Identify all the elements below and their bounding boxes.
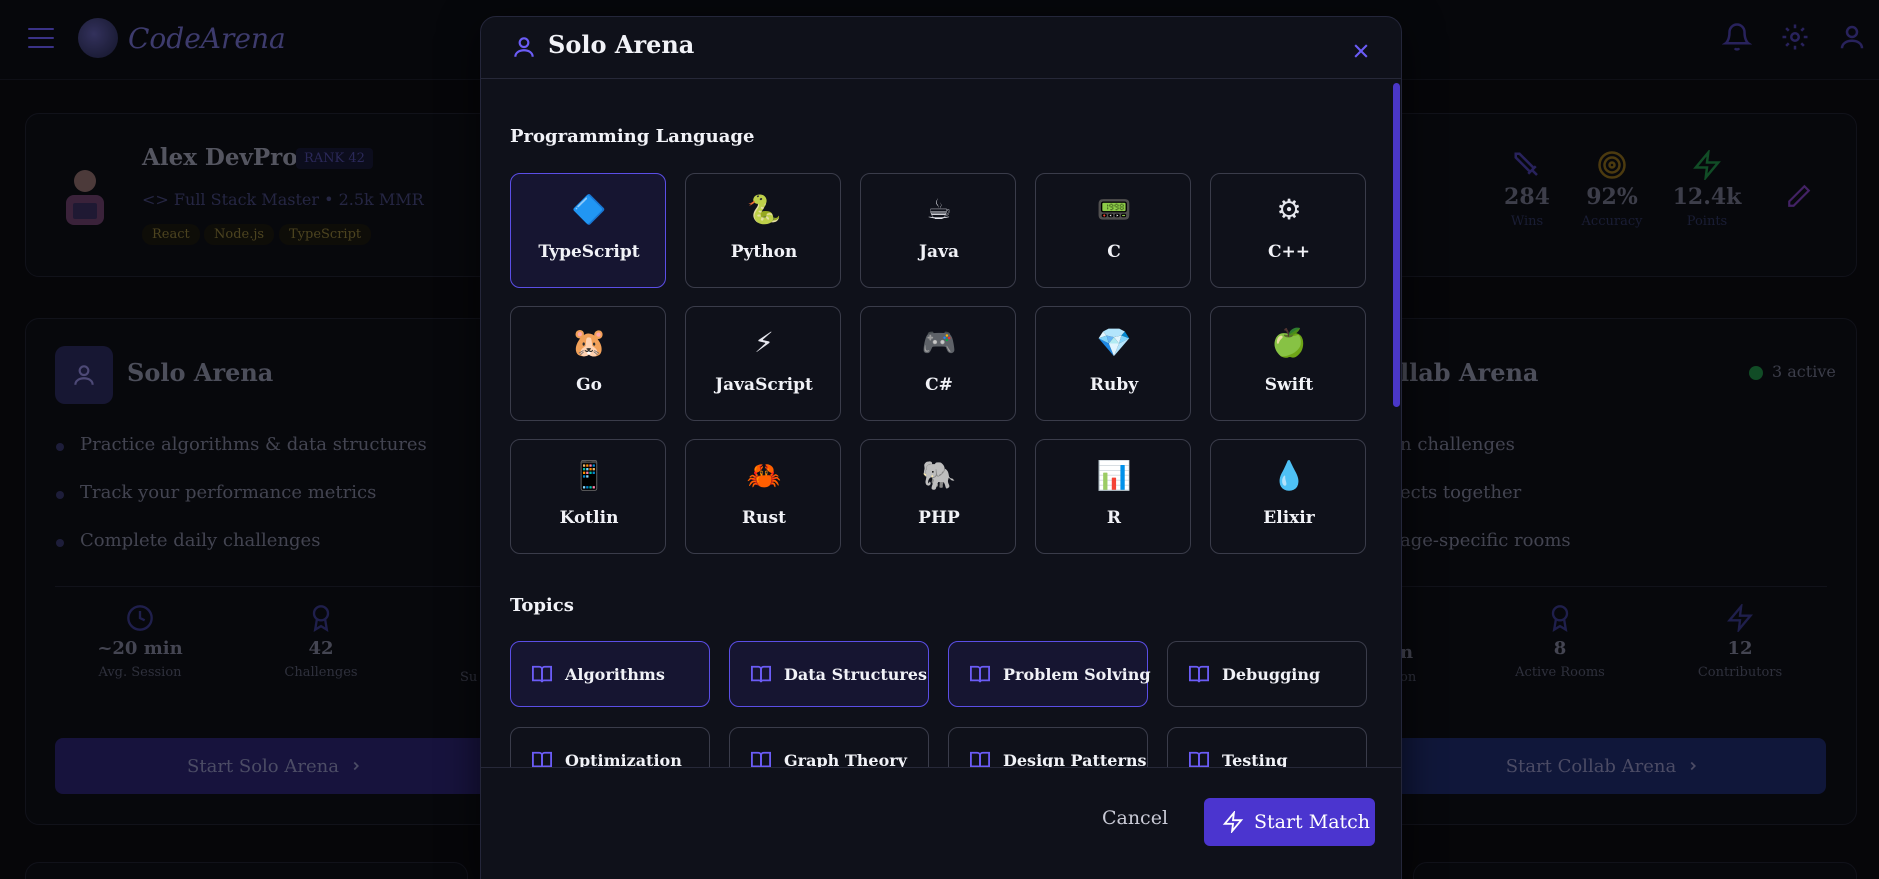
topic-option-testing[interactable]: Testing [1167, 727, 1367, 767]
bolt-icon [1222, 811, 1244, 833]
language-icon: 🐍 [746, 193, 782, 226]
language-icon: 🦀 [746, 459, 782, 492]
language-option-ruby[interactable]: 💎 Ruby [1035, 306, 1191, 421]
topic-label: Graph Theory [784, 750, 907, 768]
language-label: Elixir [1263, 508, 1315, 528]
language-icon: 💧 [1271, 459, 1307, 492]
language-option-c-[interactable]: 🎮 C# [860, 306, 1016, 421]
topic-option-design-patterns[interactable]: Design Patterns [948, 727, 1148, 767]
language-icon: 🎮 [921, 326, 957, 359]
modal-header: Solo Arena [481, 17, 1401, 79]
language-label: R [1106, 508, 1122, 528]
language-icon: 🍏 [1271, 326, 1307, 359]
language-icon: 🔷 [571, 193, 607, 226]
language-option-c-[interactable]: ⚙ C++ [1210, 173, 1366, 288]
language-label: C [1107, 242, 1121, 262]
language-label: Java [919, 242, 959, 262]
language-icon: 📊 [1096, 459, 1132, 492]
language-icon: 📟 [1096, 193, 1132, 226]
topic-option-problem-solving[interactable]: Problem Solving [948, 641, 1151, 707]
book-icon [751, 665, 771, 683]
language-label: C# [925, 375, 953, 395]
start-match-label: Start Match [1254, 811, 1371, 833]
language-icon: ⚡ [754, 326, 774, 359]
topics-section-title: Topics [510, 595, 574, 616]
topic-option-optimization[interactable]: Optimization [510, 727, 710, 767]
user-icon [514, 37, 534, 57]
language-option-kotlin[interactable]: 📱 Kotlin [510, 439, 666, 554]
book-icon [532, 665, 552, 683]
book-icon [532, 751, 552, 767]
solo-arena-modal: Solo Arena Programming Language 🔷 TypeScr… [480, 16, 1402, 879]
language-option-go[interactable]: 🐹 Go [510, 306, 666, 421]
language-icon: ☕ [926, 193, 952, 226]
topic-label: Optimization [565, 750, 682, 768]
language-icon: 🐘 [921, 459, 957, 492]
language-section-title: Programming Language [510, 126, 755, 147]
language-option-javascript[interactable]: ⚡ JavaScript [685, 306, 841, 421]
modal-title: Solo Arena [548, 30, 695, 59]
language-label: Swift [1264, 375, 1314, 395]
topic-label: Design Patterns [1003, 750, 1147, 768]
language-option-r[interactable]: 📊 R [1035, 439, 1191, 554]
modal-footer: Cancel Start Match [481, 767, 1401, 879]
language-label: Python [730, 242, 798, 262]
language-label: PHP [918, 508, 960, 528]
modal-scroll-area[interactable]: Programming Language 🔷 TypeScript 🐍 Python ☕… [481, 79, 1401, 767]
language-label: Go [576, 375, 602, 395]
language-option-java[interactable]: ☕ Java [860, 173, 1016, 288]
topic-label: Debugging [1222, 664, 1321, 684]
language-option-typescript[interactable]: 🔷 TypeScript [510, 173, 666, 288]
start-match-button[interactable]: Start Match [1204, 798, 1375, 846]
book-icon [1189, 665, 1209, 683]
language-option-elixir[interactable]: 💧 Elixir [1210, 439, 1366, 554]
topic-option-graph-theory[interactable]: Graph Theory [729, 727, 929, 767]
book-icon [970, 751, 990, 767]
topic-label: Data Structures [784, 664, 927, 684]
language-label: TypeScript [538, 242, 640, 262]
language-option-rust[interactable]: 🦀 Rust [685, 439, 841, 554]
cancel-button[interactable]: Cancel [1091, 798, 1179, 838]
language-label: JavaScript [715, 375, 813, 395]
language-icon: 🐹 [571, 326, 607, 359]
language-option-python[interactable]: 🐍 Python [685, 173, 841, 288]
language-option-swift[interactable]: 🍏 Swift [1210, 306, 1366, 421]
topic-label: Algorithms [565, 664, 665, 684]
language-icon: ⚙ [1276, 193, 1302, 226]
close-icon[interactable] [1351, 41, 1371, 61]
language-label: Rust [742, 508, 786, 528]
language-label: Kotlin [559, 508, 619, 528]
topic-option-debugging[interactable]: Debugging [1167, 641, 1367, 707]
topic-option-data-structures[interactable]: Data Structures [729, 641, 929, 707]
topic-label: Testing [1222, 750, 1288, 768]
language-label: Ruby [1089, 375, 1139, 395]
book-icon [751, 751, 771, 767]
book-icon [1189, 751, 1209, 767]
topic-option-algorithms[interactable]: Algorithms [510, 641, 710, 707]
language-option-php[interactable]: 🐘 PHP [860, 439, 1016, 554]
language-option-c[interactable]: 📟 C [1035, 173, 1191, 288]
language-icon: 💎 [1096, 326, 1132, 359]
language-label: C++ [1267, 242, 1311, 262]
topic-label: Problem Solving [1003, 664, 1151, 684]
scrollbar[interactable] [1393, 83, 1400, 407]
book-icon [970, 665, 990, 683]
language-icon: 📱 [571, 459, 607, 492]
